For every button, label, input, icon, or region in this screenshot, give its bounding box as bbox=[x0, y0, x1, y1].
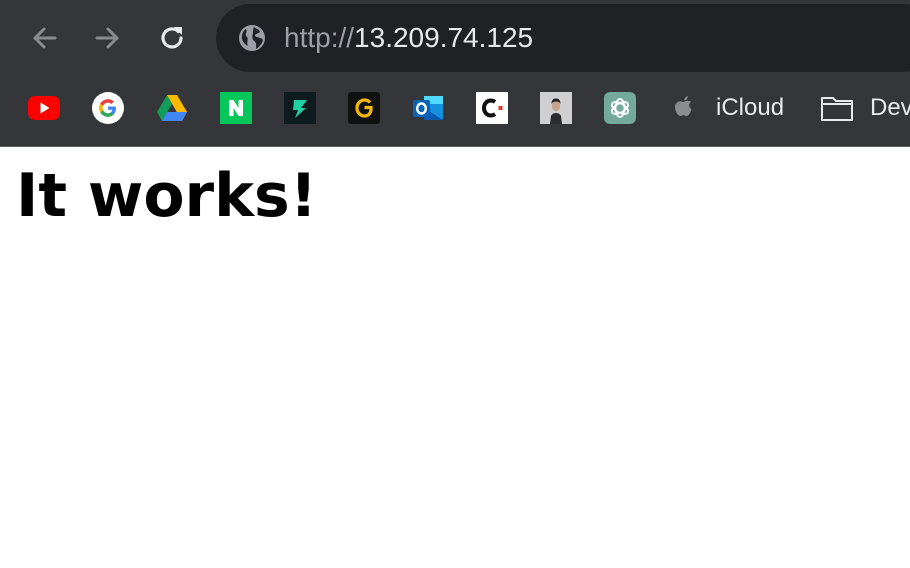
bookmark-icloud-label[interactable]: iCloud bbox=[716, 93, 784, 123]
bookmark-icloud[interactable] bbox=[668, 92, 700, 124]
bookmark-outlook[interactable] bbox=[412, 92, 444, 124]
person-photo-icon bbox=[540, 92, 572, 124]
folder-icon bbox=[821, 97, 853, 121]
url-text[interactable]: http://13.209.74.125 bbox=[284, 22, 533, 54]
reload-icon bbox=[161, 27, 183, 49]
naver-icon bbox=[220, 92, 252, 124]
bookmark-naver[interactable] bbox=[220, 92, 252, 124]
bookmark-g-gold[interactable] bbox=[348, 92, 380, 124]
bookmark-folder-dev-label[interactable]: Dev bbox=[870, 93, 910, 123]
address-bar[interactable]: http://13.209.74.125 bbox=[216, 4, 910, 72]
reload-button[interactable] bbox=[150, 16, 194, 60]
url-scheme: http:// bbox=[284, 22, 355, 53]
browser-chrome: http://13.209.74.125 iCloud Dev bbox=[0, 0, 910, 147]
forward-arrow-icon bbox=[95, 27, 119, 49]
bookmark-green-z[interactable] bbox=[284, 92, 316, 124]
globe-icon[interactable] bbox=[238, 24, 266, 52]
green-z-icon bbox=[284, 92, 316, 124]
chatgpt-icon bbox=[604, 92, 636, 124]
bookmark-youtube[interactable] bbox=[28, 92, 60, 124]
forward-button[interactable] bbox=[86, 16, 130, 60]
c-logo-icon bbox=[476, 92, 508, 124]
bookmark-folder-dev[interactable] bbox=[820, 92, 854, 124]
youtube-icon bbox=[28, 96, 60, 120]
bookmark-google-drive[interactable] bbox=[156, 92, 188, 124]
bookmark-google[interactable] bbox=[92, 92, 124, 124]
page-heading: It works! bbox=[16, 161, 318, 231]
bookmarks-bar: iCloud Dev bbox=[0, 76, 910, 140]
outlook-icon bbox=[413, 96, 443, 120]
g-gold-icon bbox=[348, 92, 380, 124]
url-host: 13.209.74.125 bbox=[354, 22, 534, 53]
bookmark-chatgpt[interactable] bbox=[604, 92, 636, 124]
bookmark-person[interactable] bbox=[540, 92, 572, 124]
google-drive-icon bbox=[157, 95, 187, 121]
google-icon bbox=[92, 92, 124, 124]
bookmark-c-logo[interactable] bbox=[476, 92, 508, 124]
back-arrow-icon bbox=[33, 27, 57, 49]
apple-icon bbox=[675, 96, 692, 116]
navigation-bar: http://13.209.74.125 bbox=[0, 0, 910, 76]
page-content: It works! bbox=[0, 147, 910, 568]
back-button[interactable] bbox=[22, 16, 66, 60]
